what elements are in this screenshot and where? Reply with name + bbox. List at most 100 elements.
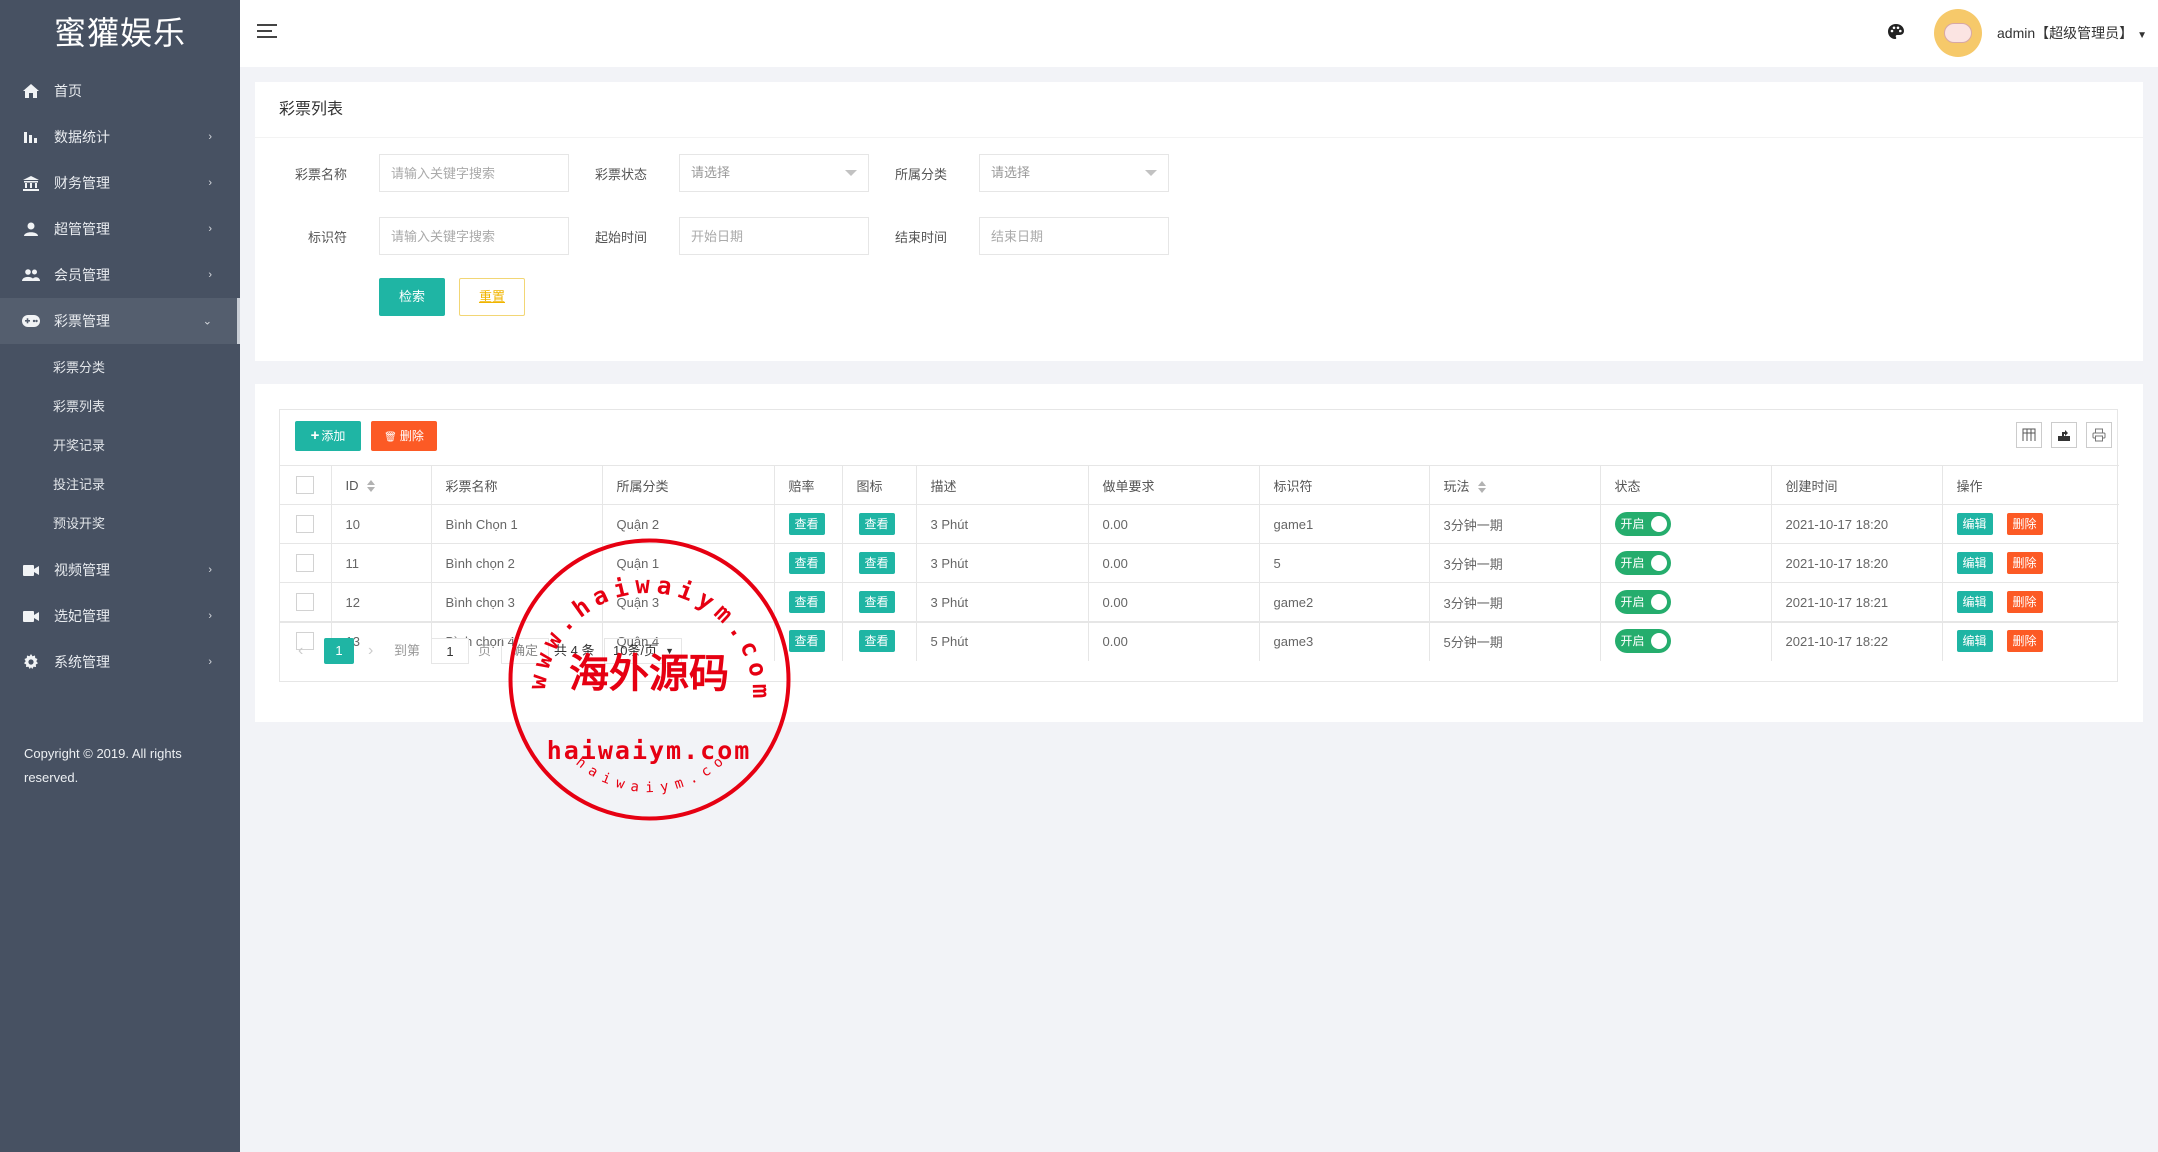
sort-icon[interactable] bbox=[366, 480, 375, 493]
end-date-input[interactable] bbox=[979, 217, 1169, 255]
cell-created: 2021-10-17 18:21 bbox=[1771, 582, 1943, 622]
table-row: 12 Bình chọn 3 Quận 3 查看 查看 3 Phút 0.00 game2 3分… bbox=[280, 582, 2119, 622]
dropdown-arrow-icon bbox=[845, 170, 857, 176]
sidebar-item-system[interactable]: 系统管理 › bbox=[0, 639, 240, 685]
chevron-right-icon: › bbox=[208, 564, 212, 576]
cell-status: 开启 bbox=[1600, 582, 1772, 622]
status-toggle[interactable]: 开启 bbox=[1614, 512, 1671, 536]
avatar[interactable] bbox=[1934, 9, 1982, 57]
identifier-input[interactable] bbox=[379, 217, 569, 255]
category-select[interactable]: 请选择 bbox=[979, 154, 1169, 192]
view-icon-button[interactable]: 查看 bbox=[858, 552, 895, 574]
page-1-button[interactable]: 1 bbox=[324, 638, 354, 664]
edit-button[interactable]: 编辑 bbox=[1956, 552, 1993, 574]
sidebar-item-video[interactable]: 视频管理 › bbox=[0, 547, 240, 593]
add-label: 添加 bbox=[321, 429, 346, 443]
col-header-odds: 赔率 bbox=[774, 465, 843, 505]
cell-icon: 查看 bbox=[842, 582, 917, 622]
page-size-select[interactable]: 10条/页 ▼ bbox=[604, 638, 683, 664]
sidebar-item-concubine[interactable]: 选妃管理 › bbox=[0, 593, 240, 639]
sidebar: 蜜獾娱乐 首页 数据统计 › 财务管理 › 超管管理 › 会员管理 › 彩票管理… bbox=[0, 0, 240, 1152]
delete-row-button[interactable]: 删除 bbox=[2006, 591, 2043, 613]
view-odds-button[interactable]: 查看 bbox=[788, 513, 825, 535]
col-header-category: 所属分类 bbox=[602, 465, 775, 505]
delete-row-button[interactable]: 删除 bbox=[2006, 513, 2043, 535]
sidebar-subitem-preset-draw[interactable]: 预设开奖 bbox=[0, 504, 240, 543]
sidebar-item-label: 选妃管理 bbox=[54, 608, 110, 624]
status-toggle[interactable]: 开启 bbox=[1614, 590, 1671, 614]
sidebar-item-statistics[interactable]: 数据统计 › bbox=[0, 114, 240, 160]
cell-name: Bình chọn 3 bbox=[431, 582, 603, 622]
hamburger-icon[interactable] bbox=[257, 24, 279, 42]
search-button[interactable]: 检索 bbox=[379, 278, 445, 316]
next-page-icon[interactable]: › bbox=[368, 638, 373, 664]
view-odds-button[interactable]: 查看 bbox=[788, 591, 825, 613]
cell-created: 2021-10-17 18:20 bbox=[1771, 543, 1943, 583]
cell-order-req: 0.00 bbox=[1088, 582, 1260, 622]
video-icon bbox=[22, 561, 40, 579]
lottery-name-input[interactable] bbox=[379, 154, 569, 192]
cell-icon: 查看 bbox=[842, 504, 917, 544]
sidebar-item-finance[interactable]: 财务管理 › bbox=[0, 160, 240, 206]
sidebar-item-label: 数据统计 bbox=[54, 129, 110, 145]
col-header-id[interactable]: ID bbox=[331, 465, 432, 505]
pig-face-icon bbox=[1944, 23, 1972, 43]
col-header-play[interactable]: 玩法 bbox=[1429, 465, 1601, 505]
dropdown-arrow-icon bbox=[1145, 170, 1157, 176]
toggle-knob bbox=[1650, 516, 1667, 532]
sidebar-subitem-lottery-list[interactable]: 彩票列表 bbox=[0, 387, 240, 426]
lottery-submenu: 彩票分类 彩票列表 开奖记录 投注记录 预设开奖 bbox=[0, 344, 240, 543]
table-header-row: ID 彩票名称 所属分类 赔率 图标 描述 做单要求 标识符 玩法 状态 创建时… bbox=[280, 465, 2119, 505]
lottery-status-select[interactable]: 请选择 bbox=[679, 154, 869, 192]
sidebar-item-super-admin[interactable]: 超管管理 › bbox=[0, 206, 240, 252]
cell-actions: 编辑 删除 bbox=[1942, 543, 2119, 583]
start-time-label: 起始时间 bbox=[594, 230, 647, 245]
view-icon-button[interactable]: 查看 bbox=[858, 591, 895, 613]
cell-category: Quận 2 bbox=[602, 504, 775, 544]
print-icon[interactable] bbox=[2086, 422, 2112, 448]
columns-icon[interactable] bbox=[2016, 422, 2042, 448]
batch-delete-button[interactable]: 🗑 删除 bbox=[371, 421, 437, 451]
cell-order-req: 0.00 bbox=[1088, 504, 1260, 544]
chevron-right-icon: › bbox=[208, 656, 212, 668]
row-checkbox[interactable] bbox=[296, 593, 314, 611]
row-checkbox[interactable] bbox=[296, 515, 314, 533]
view-odds-button[interactable]: 查看 bbox=[788, 552, 825, 574]
sidebar-item-members[interactable]: 会员管理 › bbox=[0, 252, 240, 298]
lottery-status-label: 彩票状态 bbox=[594, 167, 647, 182]
sort-icon[interactable] bbox=[1477, 481, 1486, 494]
edit-button[interactable]: 编辑 bbox=[1956, 513, 1993, 535]
select-all-checkbox[interactable] bbox=[296, 476, 314, 494]
goto-page-input[interactable] bbox=[431, 638, 469, 664]
palette-icon[interactable] bbox=[1887, 23, 1907, 43]
prev-page-icon[interactable]: ‹ bbox=[298, 638, 303, 664]
sidebar-item-home[interactable]: 首页 bbox=[0, 68, 240, 114]
sidebar-subitem-lottery-category[interactable]: 彩票分类 bbox=[0, 348, 240, 387]
add-button[interactable]: + 添加 bbox=[295, 421, 361, 451]
reset-button[interactable]: 重置 bbox=[459, 278, 525, 316]
cell-name: Bình chọn 2 bbox=[431, 543, 603, 583]
start-date-input[interactable] bbox=[679, 217, 869, 255]
row-checkbox[interactable] bbox=[296, 554, 314, 572]
cell-actions: 编辑 删除 bbox=[1942, 504, 2119, 544]
identifier-label: 标识符 bbox=[307, 230, 347, 245]
cell-created: 2021-10-17 18:20 bbox=[1771, 504, 1943, 544]
user-menu[interactable]: admin【超级管理员】 ▼ bbox=[1997, 23, 2147, 43]
plus-icon: + bbox=[310, 427, 320, 444]
view-icon-button[interactable]: 查看 bbox=[858, 513, 895, 535]
trash-icon: 🗑 bbox=[384, 432, 397, 443]
sidebar-subitem-bet-records[interactable]: 投注记录 bbox=[0, 465, 240, 504]
sidebar-subitem-draw-records[interactable]: 开奖记录 bbox=[0, 426, 240, 465]
sidebar-item-lottery[interactable]: 彩票管理 ⌄ bbox=[0, 298, 240, 344]
delete-row-button[interactable]: 删除 bbox=[2006, 552, 2043, 574]
export-icon[interactable] bbox=[2051, 422, 2077, 448]
col-header-created: 创建时间 bbox=[1771, 465, 1943, 505]
pagination: ‹ 1 › 到第 页 确定 共 4 条 10条/页▼ bbox=[280, 622, 2117, 682]
status-toggle[interactable]: 开启 bbox=[1614, 551, 1671, 575]
goto-confirm-button[interactable]: 确定 bbox=[501, 638, 550, 664]
edit-button[interactable]: 编辑 bbox=[1956, 591, 1993, 613]
cell-identifier: game1 bbox=[1259, 504, 1430, 544]
sidebar-item-label: 财务管理 bbox=[54, 175, 110, 191]
col-header-icon: 图标 bbox=[842, 465, 917, 505]
cell-name: Bình Chọn 1 bbox=[431, 504, 603, 544]
